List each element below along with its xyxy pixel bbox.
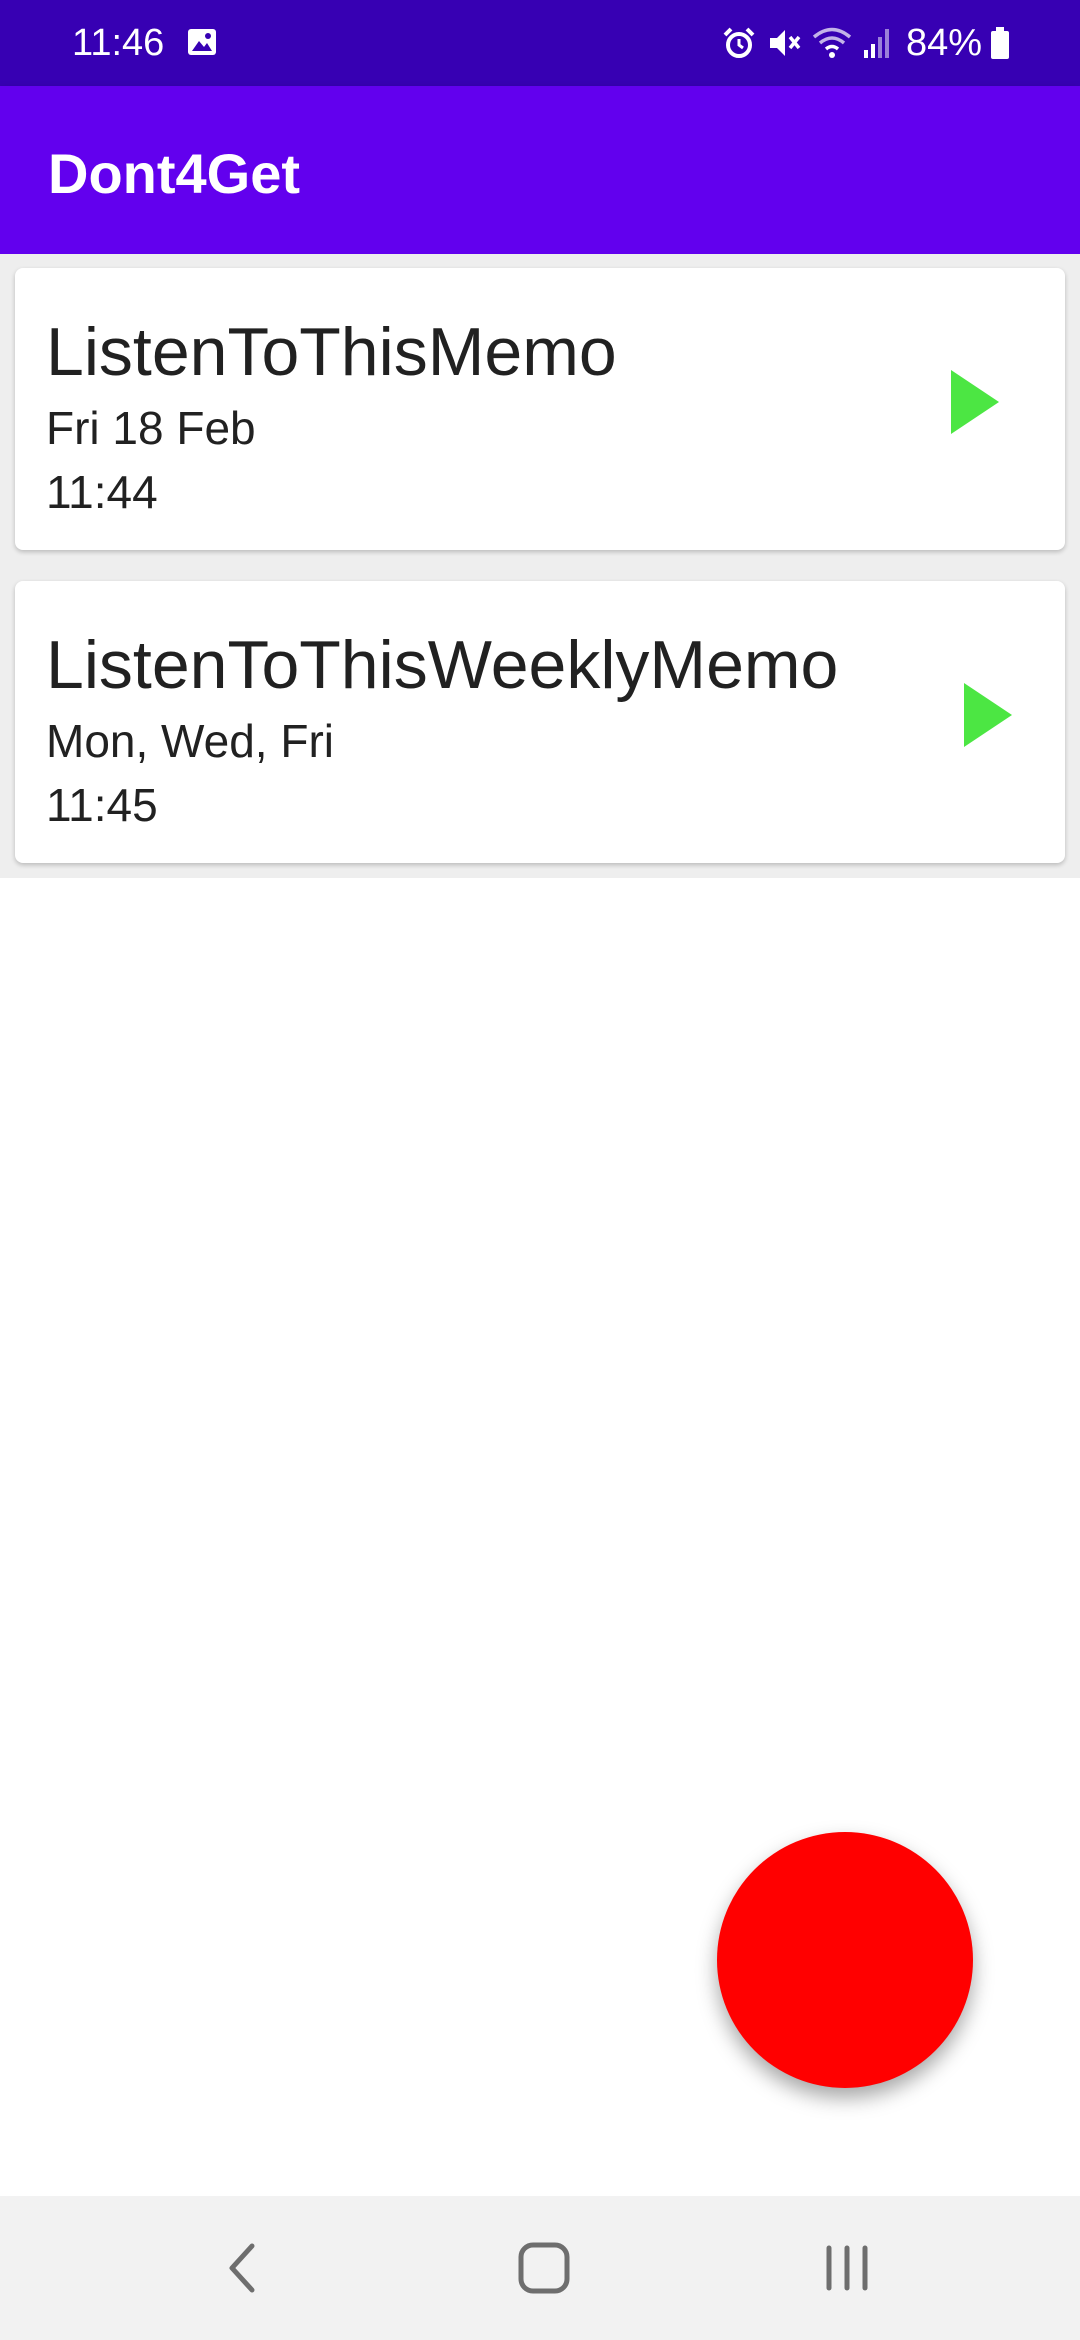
memo-title: ListenToThisMemo: [46, 314, 617, 390]
memo-title: ListenToThisWeeklyMemo: [46, 627, 839, 703]
app-title: Dont4Get: [48, 142, 300, 205]
memo-list: ListenToThisMemo Fri 18 Feb 11:44 Listen…: [0, 254, 1080, 878]
memo-date: Mon, Wed, Fri: [46, 715, 334, 767]
battery-percent: 84%: [905, 22, 982, 64]
status-time: 11:46: [72, 22, 165, 64]
memo-card[interactable]: ListenToThisWeeklyMemo Mon, Wed, Fri 11:…: [15, 581, 1065, 863]
battery-icon: [990, 26, 1010, 60]
play-icon[interactable]: [945, 366, 1005, 438]
memo-date: Fri 18 Feb: [46, 402, 256, 454]
navigation-bar: [0, 2196, 1080, 2340]
home-icon[interactable]: [499, 2232, 589, 2304]
recents-icon[interactable]: [802, 2232, 892, 2304]
status-icons: 84%: [722, 18, 1010, 68]
record-button[interactable]: [717, 1832, 973, 2088]
wifi-icon: [812, 26, 852, 60]
gallery-icon: [186, 26, 218, 58]
memo-time: 11:44: [46, 466, 158, 518]
memo-time: 11:45: [46, 779, 158, 831]
app-bar: Dont4Get: [0, 86, 1080, 254]
alarm-icon: [722, 26, 756, 60]
memo-card[interactable]: ListenToThisMemo Fri 18 Feb 11:44: [15, 268, 1065, 550]
status-bar: 11:46 84%: [0, 0, 1080, 86]
mute-icon: [766, 26, 802, 60]
signal-icon: [862, 26, 892, 60]
play-icon[interactable]: [958, 679, 1018, 751]
back-icon[interactable]: [197, 2232, 287, 2304]
